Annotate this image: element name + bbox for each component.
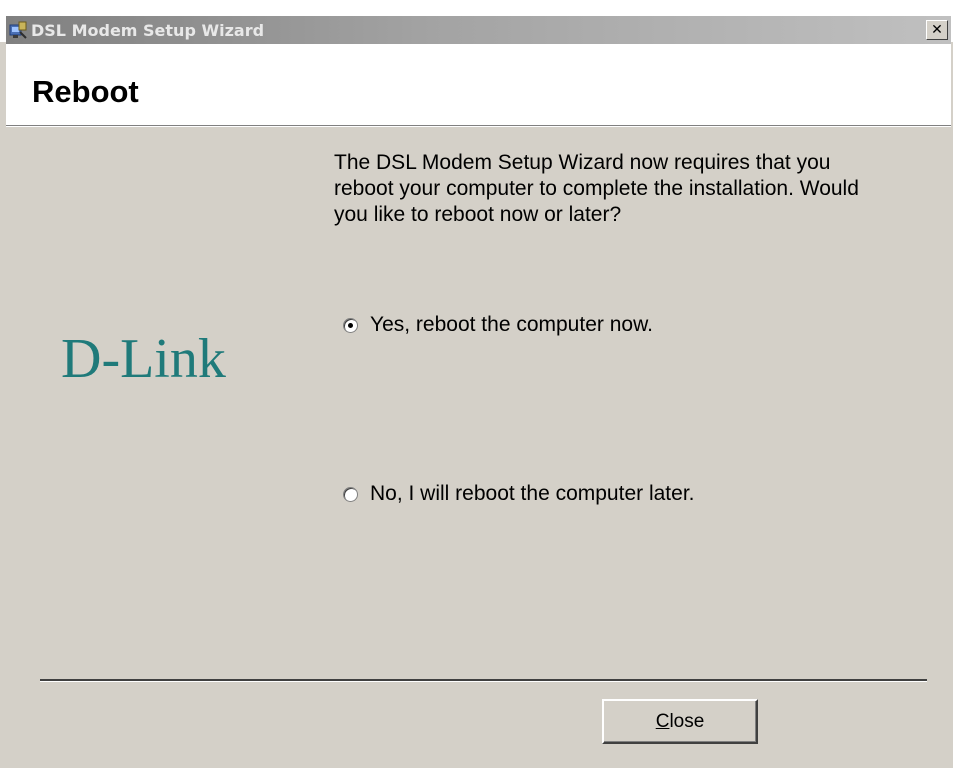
dlink-logo: D-Link <box>61 328 226 390</box>
option-reboot-now[interactable]: Yes, reboot the computer now. <box>343 313 653 337</box>
radio-button-checked[interactable] <box>343 317 358 333</box>
close-icon: ✕ <box>931 22 943 38</box>
page-title: Reboot <box>32 74 139 109</box>
header-panel <box>6 44 951 125</box>
close-button[interactable]: Close <box>602 699 758 744</box>
option-label: Yes, reboot the computer now. <box>370 313 653 336</box>
instructions-text: The DSL Modem Setup Wizard now requires … <box>334 151 859 226</box>
header-separator-highlight <box>6 126 951 127</box>
close-button-label: lose <box>669 710 705 732</box>
wizard-window: DSL Modem Setup Wizard ✕ Reboot D-Link T… <box>0 0 953 768</box>
footer-divider-highlight <box>40 681 927 682</box>
radio-button-unchecked[interactable] <box>343 486 358 502</box>
close-window-button[interactable]: ✕ <box>926 20 948 40</box>
window-title: DSL Modem Setup Wizard <box>31 21 265 40</box>
setup-wizard-icon <box>9 21 27 39</box>
radio-dot <box>348 322 353 328</box>
option-reboot-later[interactable]: No, I will reboot the computer later. <box>343 482 695 506</box>
option-label: No, I will reboot the computer later. <box>370 482 695 505</box>
title-bar[interactable]: DSL Modem Setup Wizard ✕ <box>0 0 953 44</box>
close-button-accel: C <box>655 710 670 732</box>
